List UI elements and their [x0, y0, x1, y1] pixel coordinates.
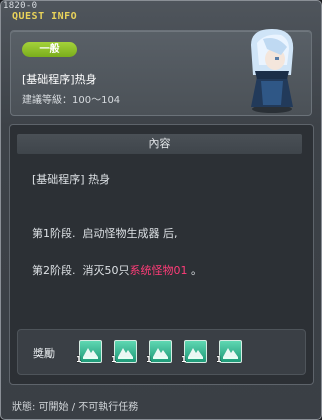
target-monster-link[interactable]: 系统怪物01 [130, 264, 188, 277]
stage-2-text: 第2阶段. 消灭50只系统怪物01 。 [32, 262, 202, 278]
reward-item-icon [149, 340, 172, 363]
reward-label: 獎勵 [33, 347, 55, 360]
quest-id: 1820-0 [3, 1, 38, 11]
stage-1-text: 第1阶段. 启动怪物生成器 后, [32, 227, 178, 240]
content-quest-title: [基础程序] 热身 [32, 173, 111, 186]
reward-qty: 1 [181, 355, 187, 364]
stage-2-prefix: 第2阶段. 消灭50只 [32, 264, 130, 277]
stage-2-suffix: 。 [187, 264, 202, 277]
reward-qty: 1 [76, 355, 82, 364]
category-badge: 一般 [22, 42, 77, 57]
content-panel: 內容 [基础程序] 热身 第1阶段. 启动怪物生成器 后, 第2阶段. 消灭50… [9, 124, 314, 385]
content-header: 內容 [17, 134, 302, 154]
quest-header: 一般 [基础程序]热身 建議等級：100～104 [10, 29, 312, 116]
recommended-level: 建議等級：100～104 [22, 95, 121, 106]
reward-qty: 1 [216, 355, 222, 364]
window-title: QUEST INFO [12, 11, 78, 22]
quest-name: [基础程序]热身 [22, 73, 97, 86]
reward-qty: 1 [146, 355, 152, 364]
reward-item[interactable]: 1 [76, 340, 102, 364]
reward-item[interactable]: 1 [181, 340, 207, 364]
reward-item-icon [219, 340, 242, 363]
reward-section: 獎勵 1 1 1 1 1 [17, 329, 306, 375]
npc-portrait-icon [251, 29, 294, 113]
reward-item-icon [79, 340, 102, 363]
quest-status: 狀態: 可開始 / 不可執行任務 [12, 402, 139, 413]
reward-item-icon [184, 340, 207, 363]
reward-item[interactable]: 1 [146, 340, 172, 364]
reward-item[interactable]: 1 [111, 340, 137, 364]
reward-item-icon [114, 340, 137, 363]
quest-info-window: 1820-0 QUEST INFO 一般 [基础程序]热身 建議等級：100～1… [0, 0, 322, 420]
reward-qty: 1 [111, 355, 117, 364]
reward-item[interactable]: 1 [216, 340, 242, 364]
